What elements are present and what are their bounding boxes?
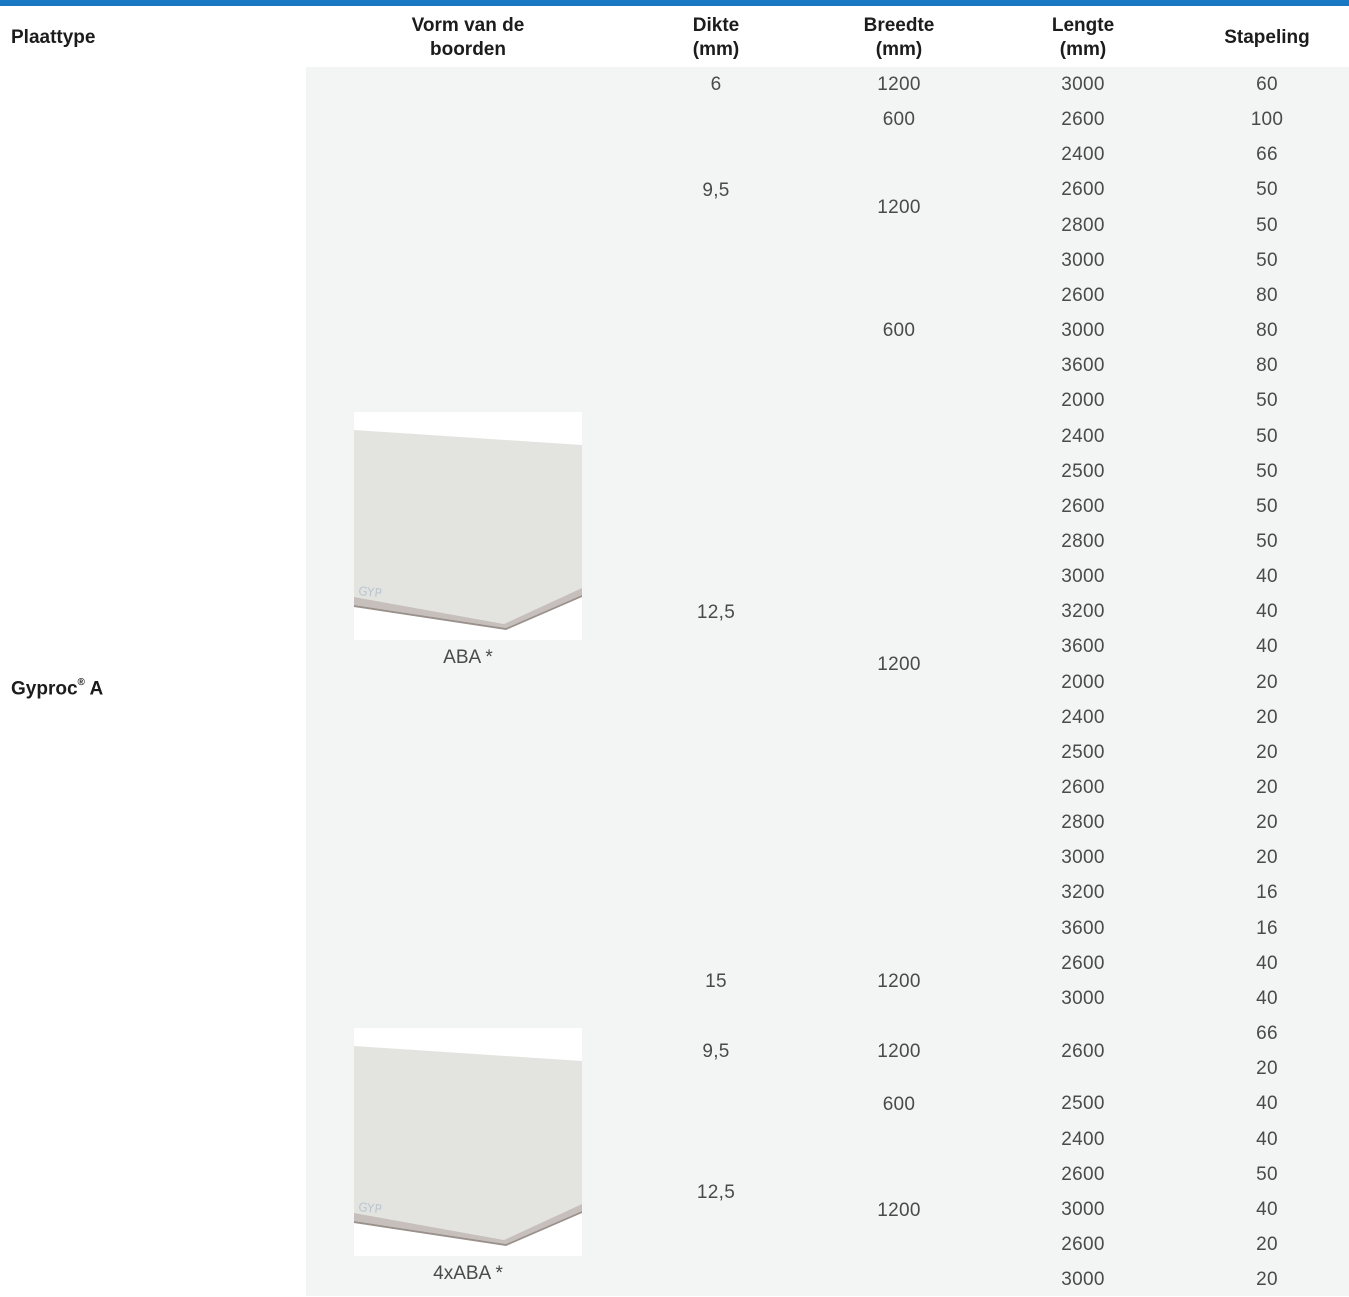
breedte-cell: 1200 bbox=[877, 654, 921, 675]
lengte-cell: 2600 bbox=[1061, 495, 1105, 517]
stapeling-cell: 20 bbox=[1256, 1233, 1278, 1255]
lengte-cell: 2400 bbox=[1061, 706, 1105, 728]
lengte-cell: 3000 bbox=[1061, 566, 1105, 588]
stapeling-cell: 50 bbox=[1256, 460, 1278, 482]
lengte-cell: 3000 bbox=[1061, 320, 1105, 342]
stapeling-cell: 40 bbox=[1256, 636, 1278, 658]
lengte-cell: 3600 bbox=[1061, 355, 1105, 377]
lengte-cell: 2400 bbox=[1061, 425, 1105, 447]
breedte-cell: 1200 bbox=[877, 971, 921, 992]
svg-text:GYP: GYP bbox=[358, 1200, 383, 1216]
lengte-cell: 2400 bbox=[1061, 144, 1105, 166]
stapeling-cell: 20 bbox=[1256, 706, 1278, 728]
lengte-cell: 3000 bbox=[1061, 1269, 1105, 1291]
lengte-cell: 2600 bbox=[1061, 1233, 1105, 1255]
stapeling-cell: 16 bbox=[1256, 917, 1278, 939]
breedte-cell: 1200 bbox=[877, 74, 921, 95]
board-label-aba: ABA * bbox=[443, 647, 493, 668]
stapeling-cell: 20 bbox=[1256, 847, 1278, 869]
breedte-cell: 600 bbox=[882, 109, 916, 130]
stapeling-cell: 50 bbox=[1256, 495, 1278, 517]
stapeling-cell: 100 bbox=[1250, 109, 1284, 131]
stapeling-cell: 20 bbox=[1256, 1269, 1278, 1291]
stapeling-cell: 40 bbox=[1256, 1093, 1278, 1115]
lengte-cell: 3000 bbox=[1061, 1198, 1105, 1220]
stapeling-cell: 40 bbox=[1256, 1198, 1278, 1220]
top-accent-bar bbox=[0, 0, 1349, 6]
lengte-cell: 3000 bbox=[1061, 987, 1105, 1009]
header-breedte: Breedte (mm) bbox=[863, 15, 935, 60]
breedte-cell: 600 bbox=[882, 320, 916, 341]
lengte-cell: 2600 bbox=[1061, 109, 1105, 131]
lengte-cell: 2000 bbox=[1061, 671, 1105, 693]
board-image-aba: GYP bbox=[354, 412, 582, 640]
lengte-cell: 2600 bbox=[1061, 952, 1105, 974]
stapeling-cell: 80 bbox=[1256, 284, 1278, 306]
lengte-cell: 3600 bbox=[1061, 636, 1105, 658]
dikte-cell: 6 bbox=[710, 74, 722, 95]
stapeling-cell: 40 bbox=[1256, 987, 1278, 1009]
lengte-cell: 2600 bbox=[1061, 284, 1105, 306]
stapeling-cell: 40 bbox=[1256, 952, 1278, 974]
board-image-4xaba: GYP bbox=[354, 1028, 582, 1256]
stapeling-cell: 40 bbox=[1256, 1128, 1278, 1150]
stapeling-cell: 20 bbox=[1256, 671, 1278, 693]
dikte-cell: 9,5 bbox=[702, 180, 730, 201]
dikte-cell: 12,5 bbox=[696, 1182, 736, 1203]
stapeling-cell: 50 bbox=[1256, 249, 1278, 271]
header-lengte: Lengte (mm) bbox=[1051, 15, 1115, 60]
lengte-cell: 2600 bbox=[1061, 1040, 1105, 1062]
lengte-cell: 2500 bbox=[1061, 1093, 1105, 1115]
lengte-cell: 2500 bbox=[1061, 460, 1105, 482]
stapeling-cell: 60 bbox=[1256, 74, 1278, 95]
svg-text:GYP: GYP bbox=[358, 584, 383, 600]
lengte-cell: 3200 bbox=[1061, 601, 1105, 623]
product-name: Gyproc® A bbox=[11, 677, 104, 700]
stapeling-cell: 50 bbox=[1256, 1163, 1278, 1185]
breedte-cell: 1200 bbox=[877, 1200, 921, 1221]
stapeling-cell: 50 bbox=[1256, 390, 1278, 412]
dikte-cell: 15 bbox=[705, 971, 727, 992]
stapeling-cell: 20 bbox=[1256, 1058, 1278, 1080]
stapeling-cell: 16 bbox=[1256, 882, 1278, 904]
breedte-cell: 1200 bbox=[877, 197, 921, 218]
stapeling-cell: 66 bbox=[1256, 144, 1278, 166]
lengte-cell: 3000 bbox=[1061, 74, 1105, 95]
lengte-cell: 2800 bbox=[1061, 530, 1105, 552]
lengte-cell: 2600 bbox=[1061, 1163, 1105, 1185]
stapeling-cell: 20 bbox=[1256, 777, 1278, 798]
lengte-cell: 2400 bbox=[1061, 1128, 1105, 1150]
lengte-cell: 3600 bbox=[1061, 917, 1105, 939]
stapeling-cell: 50 bbox=[1256, 530, 1278, 552]
lengte-cell: 2500 bbox=[1061, 741, 1105, 763]
lengte-cell: 2800 bbox=[1061, 812, 1105, 834]
stapeling-cell: 80 bbox=[1256, 355, 1278, 377]
dikte-cell: 12,5 bbox=[696, 602, 736, 623]
header-vorm: Vorm van de boorden bbox=[411, 15, 525, 60]
breedte-cell: 1200 bbox=[877, 1041, 921, 1062]
lengte-cell: 2600 bbox=[1061, 777, 1105, 798]
stapeling-cell: 40 bbox=[1256, 601, 1278, 623]
lengte-cell: 3000 bbox=[1061, 847, 1105, 869]
stapeling-cell: 80 bbox=[1256, 320, 1278, 342]
board-label-4xaba: 4xABA * bbox=[433, 1263, 503, 1284]
lengte-cell: 2600 bbox=[1061, 179, 1105, 201]
stapeling-cell: 50 bbox=[1256, 179, 1278, 201]
dikte-cell: 9,5 bbox=[702, 1041, 730, 1062]
stapeling-cell: 50 bbox=[1256, 425, 1278, 447]
lengte-cell: 3200 bbox=[1061, 882, 1105, 904]
stapeling-cell: 40 bbox=[1256, 566, 1278, 588]
stapeling-cell: 20 bbox=[1256, 741, 1278, 763]
header-stapeling: Stapeling bbox=[1224, 27, 1310, 48]
lengte-cell: 2800 bbox=[1061, 214, 1105, 236]
header-plaattype: Plaattype bbox=[11, 27, 96, 48]
stapeling-cell: 50 bbox=[1256, 214, 1278, 236]
lengte-cell: 2000 bbox=[1061, 390, 1105, 412]
stapeling-cell: 66 bbox=[1256, 1023, 1278, 1045]
lengte-cell: 3000 bbox=[1061, 249, 1105, 271]
breedte-cell: 600 bbox=[882, 1094, 916, 1115]
header-dikte: Dikte (mm) bbox=[692, 15, 740, 60]
stapeling-cell: 20 bbox=[1256, 812, 1278, 834]
